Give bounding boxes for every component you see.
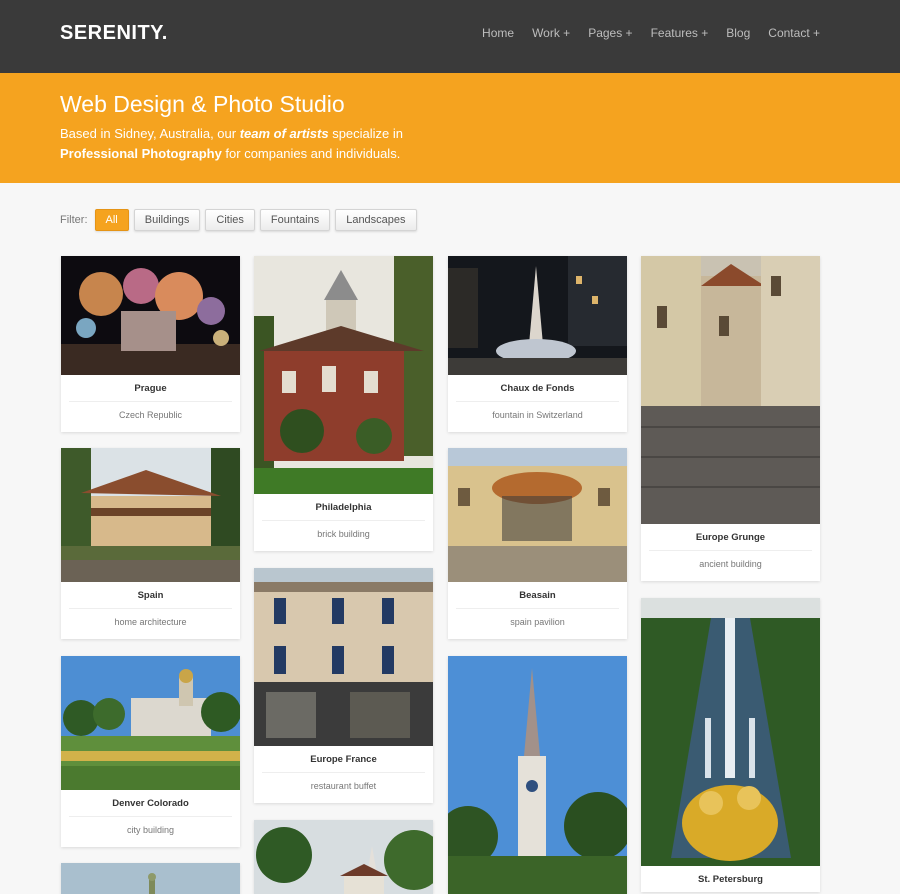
card-subtitle: brick building: [317, 529, 370, 539]
card-title: Europe France: [310, 754, 377, 765]
card-subtitle: spain pavilion: [510, 617, 565, 627]
portfolio-image-europe-grunge[interactable]: [641, 256, 820, 524]
portfolio-card-chaux-de-fonds[interactable]: Chaux de Fonds fountain in Switzerland: [448, 256, 627, 432]
portfolio-card-partial[interactable]: [254, 820, 433, 894]
filter-cities-button[interactable]: Cities: [205, 209, 255, 231]
nav-home[interactable]: Home: [482, 26, 514, 40]
card-subtitle: restaurant buffet: [310, 781, 377, 791]
hero-tagline-line-1: Based in Sidney, Australia, our team of …: [60, 126, 403, 141]
hero-text: specialize in: [328, 126, 404, 141]
filter-label: Filter:: [60, 214, 88, 226]
filter-all-button[interactable]: All: [94, 209, 129, 231]
hero-strong: Professional Photography: [60, 146, 222, 161]
portfolio-image-church[interactable]: [448, 656, 627, 894]
portfolio-image-prague[interactable]: [61, 256, 240, 375]
card-title: Denver Colorado: [112, 798, 189, 809]
hero-text: Based in Sidney, Australia, our: [60, 126, 240, 141]
nav-blog[interactable]: Blog: [726, 26, 750, 40]
portfolio-card-spain[interactable]: Spain home architecture: [61, 448, 240, 639]
nav-contact[interactable]: Contact +: [768, 26, 820, 40]
card-subtitle: home architecture: [114, 617, 187, 627]
nav-features[interactable]: Features +: [651, 26, 709, 40]
portfolio-card-partial[interactable]: [61, 863, 240, 894]
portfolio-card-st-petersburg[interactable]: St. Petersburg: [641, 598, 820, 892]
hero-emphasis: team of artists: [239, 126, 329, 141]
card-subtitle: city building: [126, 825, 175, 835]
nav-pages[interactable]: Pages +: [588, 26, 632, 40]
portfolio-card-denver[interactable]: Denver Colorado city building: [61, 656, 240, 847]
hero-text: for companies and individuals.: [221, 146, 401, 161]
portfolio-image-village[interactable]: [254, 820, 433, 894]
portfolio-card-philadelphia[interactable]: Philadelphia brick building: [254, 256, 433, 551]
card-title: Chaux de Fonds: [500, 383, 575, 394]
filter-fountains-button[interactable]: Fountains: [259, 209, 331, 231]
portfolio-image-denver[interactable]: [61, 656, 240, 790]
hero-title: Web Design & Photo Studio: [60, 91, 345, 117]
card-subtitle: fountain in Switzerland: [492, 410, 583, 420]
portfolio-image-spain[interactable]: [61, 448, 240, 582]
card-title: Spain: [137, 590, 164, 601]
card-title: St. Petersburg: [698, 874, 763, 885]
portfolio-card-europe-france[interactable]: Europe France restaurant buffet: [254, 568, 433, 803]
card-subtitle: ancient building: [699, 559, 762, 569]
portfolio-image-st-petersburg[interactable]: [641, 598, 820, 866]
portfolio-filter: Filter: All Buildings Cities Fountains L…: [60, 209, 417, 231]
card-title: Beasain: [519, 590, 556, 601]
top-navbar: SERENITY. Home Work + Pages + Features +…: [0, 0, 900, 73]
hero-banner: Web Design & Photo Studio Based in Sidne…: [0, 73, 900, 183]
main-nav: Home Work + Pages + Features + Blog Cont…: [482, 26, 820, 40]
portfolio-image-beasain[interactable]: [448, 448, 627, 582]
card-subtitle: Czech Republic: [118, 410, 183, 420]
site-logo[interactable]: SERENITY.: [60, 22, 168, 45]
card-title: Philadelphia: [315, 502, 372, 513]
portfolio-card-europe-grunge[interactable]: Europe Grunge ancient building: [641, 256, 820, 581]
portfolio-card-prague[interactable]: Prague Czech Republic: [61, 256, 240, 432]
portfolio-card-church[interactable]: [448, 656, 627, 894]
portfolio-image-sky[interactable]: [61, 863, 240, 894]
portfolio-image-europe-france[interactable]: [254, 568, 433, 746]
nav-work[interactable]: Work +: [532, 26, 570, 40]
portfolio-image-philadelphia[interactable]: [254, 256, 433, 494]
card-title: Europe Grunge: [695, 532, 766, 543]
hero-tagline-line-2: Professional Photography for companies a…: [60, 146, 400, 161]
card-title: Prague: [134, 383, 167, 394]
portfolio-card-beasain[interactable]: Beasain spain pavilion: [448, 448, 627, 639]
filter-landscapes-button[interactable]: Landscapes: [335, 209, 417, 231]
filter-buildings-button[interactable]: Buildings: [133, 209, 201, 231]
portfolio-image-chaux-de-fonds[interactable]: [448, 256, 627, 375]
